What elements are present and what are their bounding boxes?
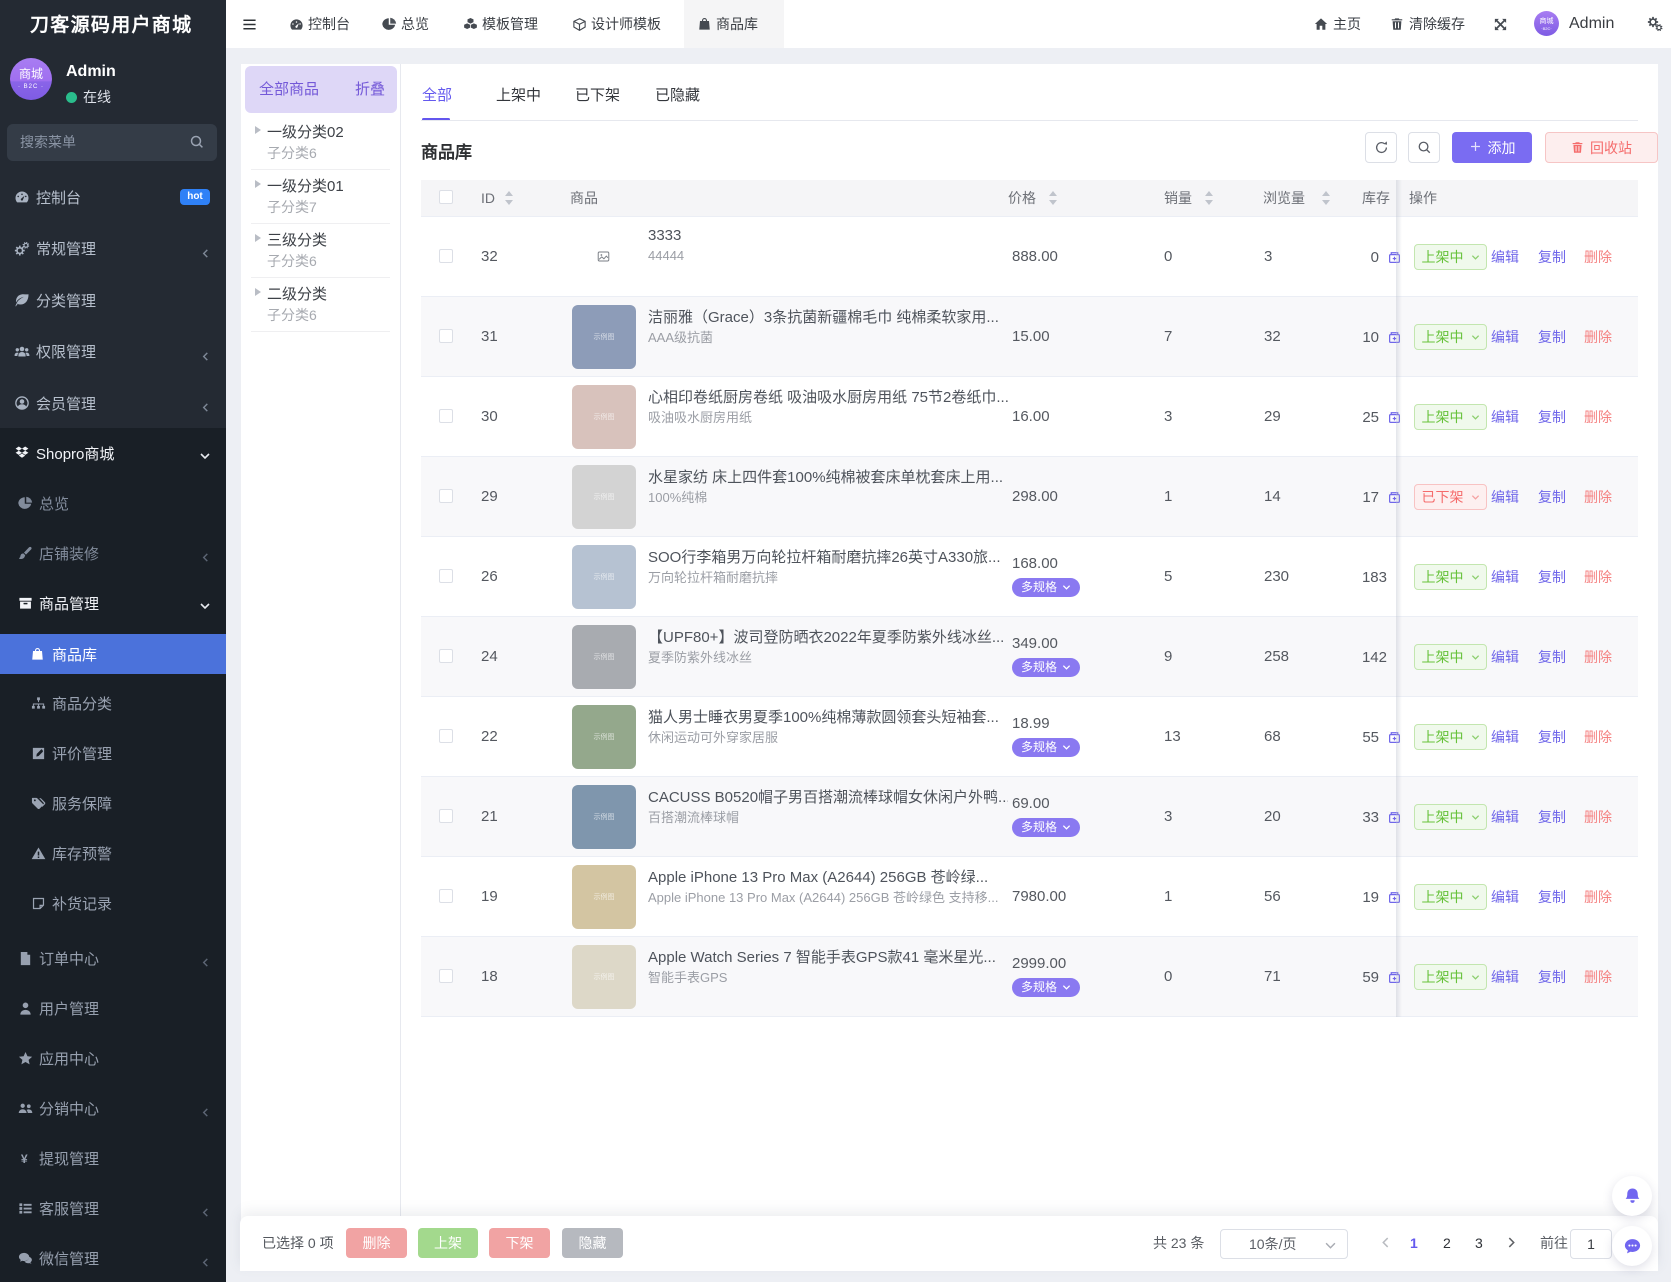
svg-text:¥: ¥ <box>20 1152 27 1166</box>
